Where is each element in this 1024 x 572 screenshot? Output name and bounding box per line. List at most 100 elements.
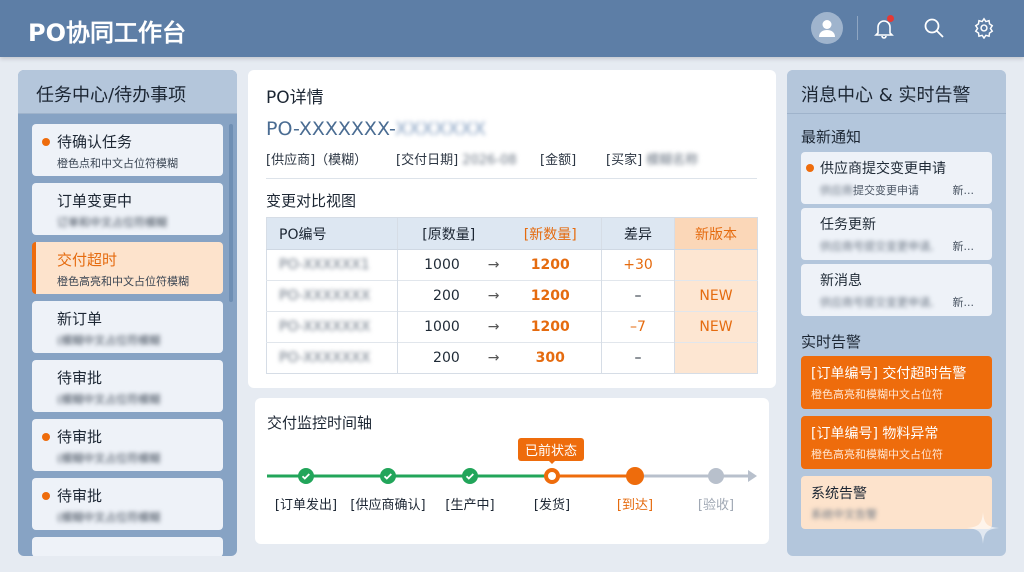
task-item-partial[interactable] [32, 537, 223, 556]
new-qty-cell: 1200 [499, 311, 602, 343]
task-item[interactable]: 待审批 (模糊中文占位符模糊 [32, 360, 223, 412]
notice-subtitle: 供应商号提交变更申请, 新... [820, 240, 974, 253]
col-po-number: PO编号 [266, 217, 398, 250]
alert-subtitle: 橙色高亮和模糊中文占位符 [811, 388, 943, 401]
task-title: 待审批 [57, 369, 103, 387]
diff-cell: +30 [601, 249, 675, 281]
notice-item[interactable]: 新消息 供应商号提交变更申请, 新... [801, 264, 992, 316]
po-detail-title: PO详情 [266, 88, 324, 108]
task-item[interactable]: 待确认任务橙色点和中文占位符模糊 [32, 124, 223, 176]
task-item[interactable]: 订单变更中 订单和中文占位符模糊 [32, 183, 223, 235]
alert-item[interactable]: [订单编号] 物料异常 橙色高亮和模糊中文占位符 [801, 416, 992, 469]
system-alert-item[interactable]: 系统告警 系统中文告警 [801, 476, 992, 529]
app-header: PO协同工作台 [0, 0, 1024, 57]
bell-icon[interactable] [868, 12, 900, 44]
app-title: PO协同工作台 [28, 19, 186, 47]
arrow-icon: → [487, 319, 500, 335]
notice-title: 新消息 [820, 273, 862, 289]
po-detail-card: PO详情 PO-XXXXXXX-XXXXXXX [供应商]（模糊） [交付日期]… [248, 70, 776, 388]
change-compare-table: PO编号 [原数量] [新数量] 差异 新版本 PO-XXXXXX1 1000 → 1… [266, 217, 758, 374]
new-version-cell: NEW [674, 280, 758, 312]
gear-icon[interactable] [968, 12, 1000, 44]
arrow-icon: → [487, 257, 500, 273]
task-subtitle: 橙色高亮和中文占位符模糊 [57, 275, 189, 288]
task-item[interactable]: 新订单 (模糊中文占位符模糊 [32, 301, 223, 353]
diff-cell: – [601, 342, 675, 374]
sparkle-icon [967, 512, 999, 544]
timeline-step-label: [供应商确认] [350, 498, 426, 513]
timeline-step-label: [订单发出] [274, 498, 338, 513]
new-qty-cell: 1200 [499, 249, 602, 281]
timeline-node-done[interactable] [380, 468, 396, 484]
po-number-cell: PO-XXXXXXX [279, 288, 371, 304]
unread-dot [42, 138, 50, 146]
supplier-field: [供应商]（模糊） [266, 153, 368, 168]
message-center-title: 消息中心 & 实时告警 [787, 70, 1006, 114]
task-title: 待审批 [57, 487, 103, 505]
new-qty-cell: 300 [499, 342, 602, 374]
alert-item[interactable]: [订单编号] 交付超时告警 橙色高亮和模糊中文占位符 [801, 356, 992, 409]
timeline-step-label: [验收] [697, 498, 735, 513]
delivery-timeline-card: 交付监控时间轴 已前状态 [订单发出] [供应商确认] [生产中] [发货] [到达][… [255, 398, 769, 544]
new-version-cell [674, 342, 758, 374]
amount-field: [金额] [540, 153, 577, 168]
new-qty-cell: 1200 [499, 280, 602, 312]
timeline-arrow-icon [748, 470, 757, 482]
user-avatar-icon[interactable] [811, 12, 843, 44]
task-title: 交付超时 [57, 251, 118, 269]
table-row[interactable]: PO-XXXXXX1 1000 → 1200 +30 [266, 249, 758, 281]
timeline-node-done[interactable] [462, 468, 478, 484]
arrow-icon: → [487, 288, 500, 304]
timeline-track [267, 470, 757, 482]
search-icon[interactable] [918, 12, 950, 44]
unread-dot [806, 164, 814, 172]
table-row[interactable]: PO-XXXXXXX 200 → 300– [266, 342, 758, 374]
task-subtitle: (模糊中文占位符模糊 [57, 334, 161, 347]
alert-title: [订单编号] 物料异常 [811, 426, 939, 442]
notice-item[interactable]: 任务更新 供应商号提交变更申请, 新... [801, 208, 992, 260]
task-item[interactable]: 待审批 (模糊中文占位符模糊 [32, 478, 223, 530]
timeline-node-pending[interactable] [708, 468, 724, 484]
diff-cell: –7 [601, 311, 675, 343]
task-subtitle: (模糊中文占位符模糊 [57, 393, 161, 406]
unread-dot [42, 492, 50, 500]
realtime-alerts-heading: 实时告警 [801, 333, 862, 351]
alert-title: [订单编号] 交付超时告警 [811, 366, 967, 382]
task-title: 新订单 [57, 310, 103, 328]
timeline-node-done[interactable] [298, 468, 314, 484]
task-list-scrollbar[interactable] [229, 124, 233, 302]
old-qty-cell: 1000 [424, 257, 460, 273]
timeline-step-label: [发货] [533, 498, 571, 513]
po-number-cell: PO-XXXXXXX [279, 319, 371, 335]
task-title: 待确认任务 [57, 133, 133, 151]
old-qty-cell: 1000 [424, 319, 460, 335]
col-old-qty: [原数量] [397, 217, 500, 250]
old-qty-cell: 200 [433, 288, 460, 304]
alert-subtitle: 橙色高亮和模糊中文占位符 [811, 448, 943, 461]
new-version-cell: NEW [674, 311, 758, 343]
task-item[interactable]: 交付超时橙色高亮和中文占位符模糊 [32, 242, 223, 294]
latest-notices-heading: 最新通知 [801, 128, 862, 146]
col-diff: 差异 [601, 217, 675, 250]
task-subtitle: (模糊中文占位符模糊 [57, 511, 161, 524]
task-subtitle: (模糊中文占位符模糊 [57, 452, 161, 465]
table-row[interactable]: PO-XXXXXXX 1000 → 1200 –7 NEW [266, 311, 758, 343]
timeline-node-next[interactable] [626, 467, 644, 485]
col-new-version: 新版本 [674, 217, 758, 250]
col-new-qty: [新数量] [499, 217, 602, 250]
task-center-title: 任务中心/待办事项 [18, 70, 237, 114]
buyer-field: [买家] 模糊名称 [606, 153, 699, 168]
notice-item[interactable]: 供应商提交变更申请 供应商提交变更申请 新... [801, 152, 992, 204]
po-number-cell: PO-XXXXXX1 [279, 257, 370, 273]
message-center-panel: 消息中心 & 实时告警 最新通知 供应商提交变更申请 供应商提交变更申请 新... 任… [787, 70, 1006, 556]
compare-title: 变更对比视图 [266, 192, 357, 210]
task-center-panel: 任务中心/待办事项 待确认任务橙色点和中文占位符模糊订单变更中 订单和中文占位符模… [18, 70, 237, 556]
table-row[interactable]: PO-XXXXXXX 200 → 1200– NEW [266, 280, 758, 312]
timeline-step-label: [生产中] [445, 498, 495, 513]
notification-badge [887, 15, 894, 22]
task-subtitle: 橙色点和中文占位符模糊 [57, 157, 178, 170]
new-version-cell [674, 249, 758, 281]
timeline-node-current[interactable] [544, 468, 560, 484]
header-divider [857, 16, 858, 40]
task-item[interactable]: 待审批 (模糊中文占位符模糊 [32, 419, 223, 471]
